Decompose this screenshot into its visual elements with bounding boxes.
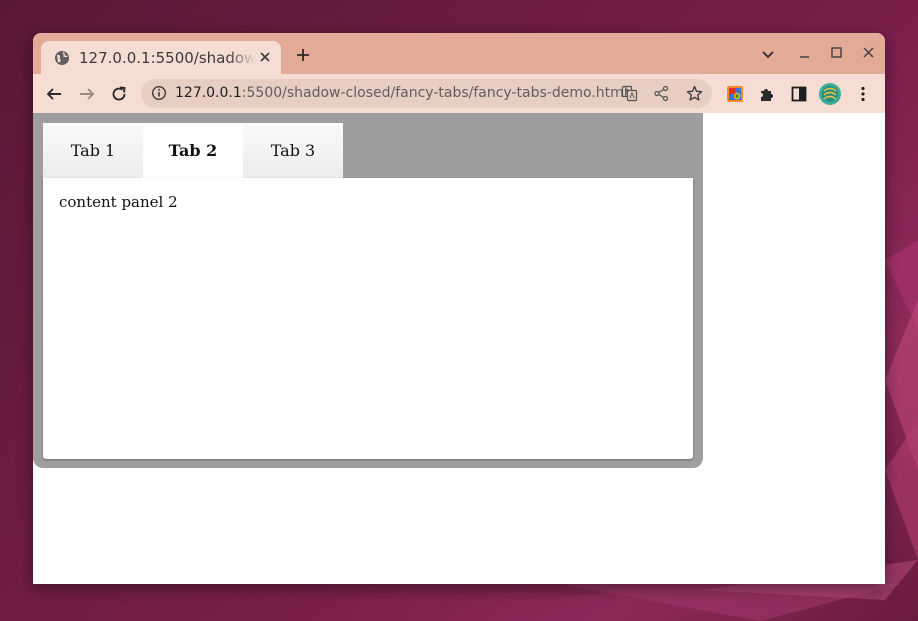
plus-icon[interactable] [294, 46, 312, 64]
forward-arrow-icon[interactable] [77, 84, 97, 104]
star-icon[interactable] [686, 85, 703, 102]
chevron-down-icon[interactable] [759, 45, 777, 63]
back-arrow-icon[interactable] [44, 84, 64, 104]
tab-2[interactable]: Tab 2 [143, 123, 243, 178]
browser-toolbar: 127.0.0.1:5500/shadow-closed/fancy-tabs/… [33, 74, 885, 114]
panel-content-text: content panel 2 [59, 193, 178, 211]
minimize-icon[interactable] [796, 45, 814, 63]
tab-panel: content panel 2 [43, 178, 693, 459]
reload-icon[interactable] [109, 84, 129, 104]
url-host: 127.0.0.1 [175, 85, 242, 101]
puzzle-icon[interactable] [757, 84, 777, 104]
close-icon[interactable] [257, 49, 273, 65]
share-icon[interactable] [653, 85, 670, 102]
tab-strip: 127.0.0.1:5500/shadow-closed/fancy-tabs/… [33, 33, 885, 74]
translate-icon[interactable] [621, 85, 638, 102]
url-text: 127.0.0.1:5500/shadow-closed/fancy-tabs/… [175, 85, 628, 101]
info-icon[interactable] [151, 85, 167, 101]
address-bar[interactable]: 127.0.0.1:5500/shadow-closed/fancy-tabs/… [141, 79, 712, 108]
browser-tab-active[interactable]: 127.0.0.1:5500/shadow-closed/fancy-tabs/… [41, 41, 281, 74]
globe-icon [54, 50, 70, 66]
extension-colorful-icon[interactable] [725, 84, 745, 104]
url-path: :5500/shadow-closed/fancy-tabs/fancy-tab… [241, 85, 628, 101]
fancy-tabs: Tab 1 Tab 2 Tab 3 content panel 2 [33, 113, 703, 468]
close-icon[interactable] [860, 44, 878, 62]
maximize-icon[interactable] [828, 44, 846, 62]
browser-tab-title: 127.0.0.1:5500/shadow-closed/fancy-tabs/… [79, 48, 255, 67]
tab-1[interactable]: Tab 1 [43, 123, 143, 178]
side-panel-icon[interactable] [789, 84, 809, 104]
browser-window: 127.0.0.1:5500/shadow-closed/fancy-tabs/… [33, 33, 885, 584]
kebab-menu-icon[interactable] [853, 84, 873, 104]
tab-3[interactable]: Tab 3 [243, 123, 343, 178]
page-content: Tab 1 Tab 2 Tab 3 content panel 2 [33, 113, 885, 584]
profile-avatar[interactable] [818, 82, 842, 106]
